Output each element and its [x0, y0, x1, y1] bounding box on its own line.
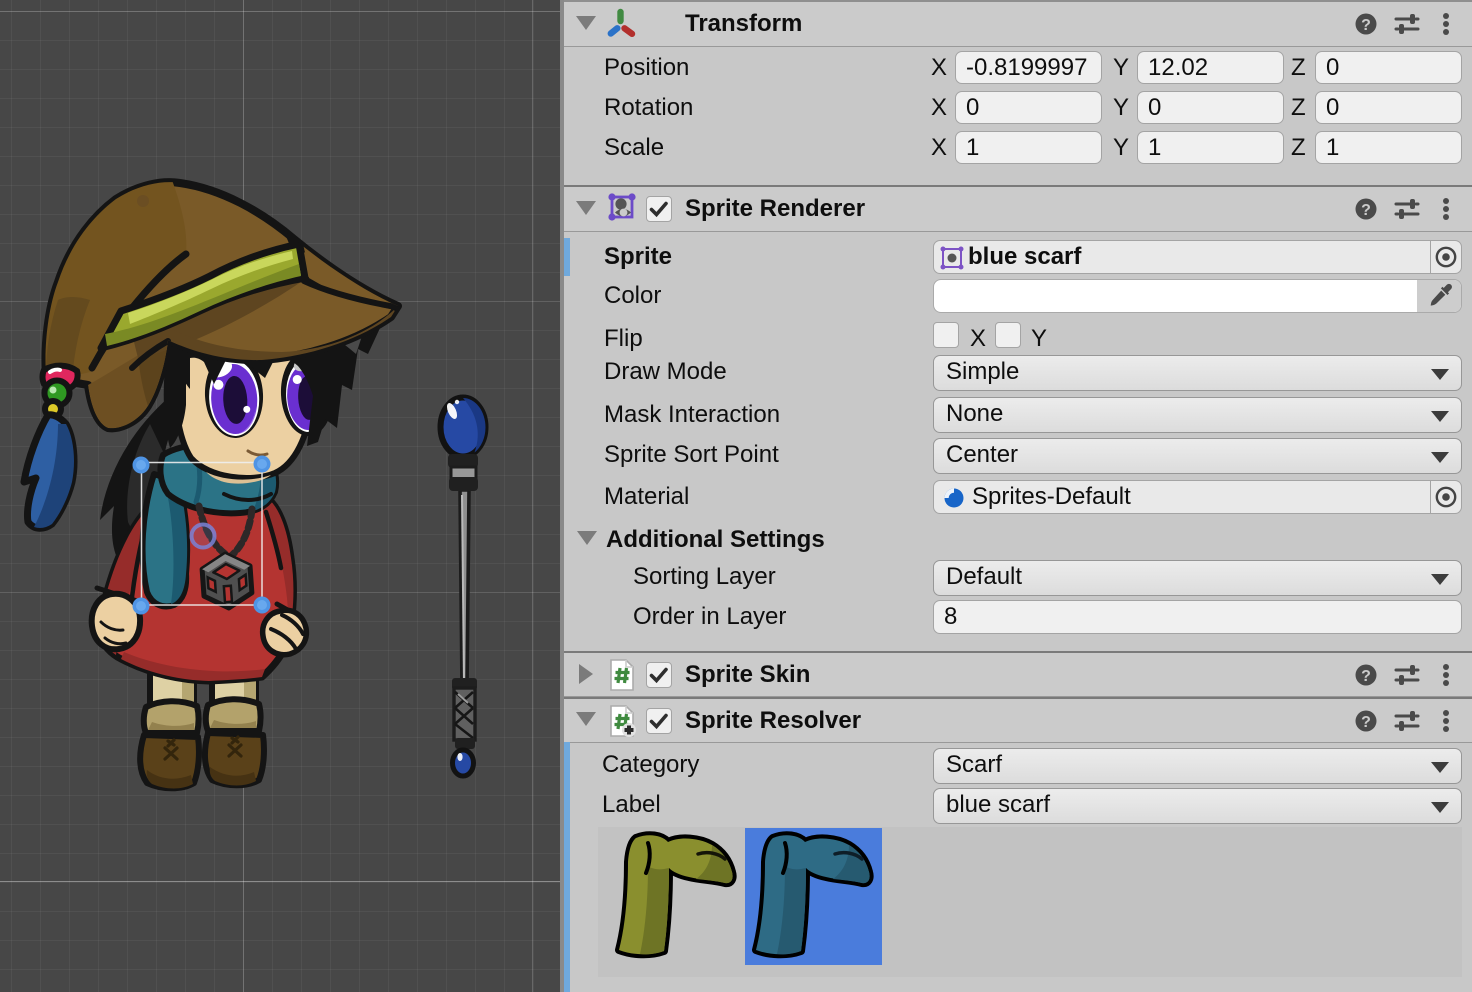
svg-text:?: ?	[1361, 668, 1371, 685]
svg-text:?: ?	[1361, 714, 1371, 731]
svg-text:?: ?	[1361, 17, 1371, 34]
svg-text:?: ?	[1361, 202, 1371, 219]
